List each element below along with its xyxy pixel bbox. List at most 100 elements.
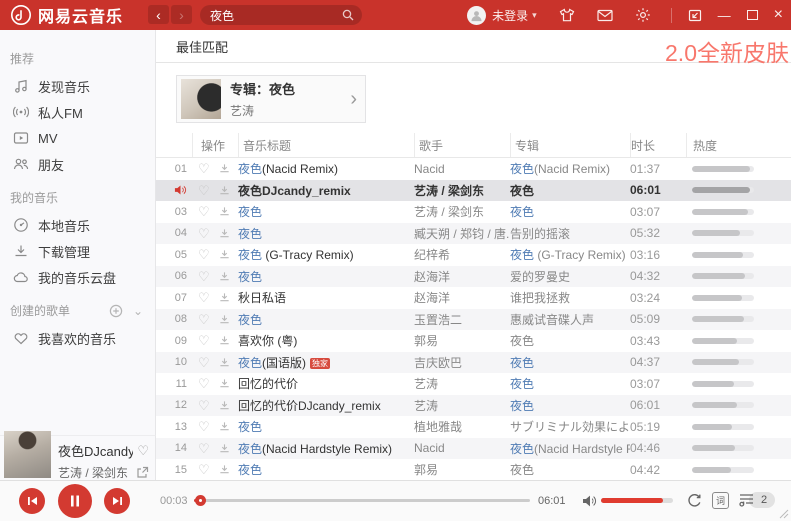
app-logo[interactable]: 网易云音乐 [10,3,123,27]
song-artist[interactable]: 艺涛 / 梁剑东 [414,182,510,199]
song-artist[interactable]: 植地雅哉 [414,418,510,435]
song-title[interactable]: 夜色 [238,418,414,435]
song-artist[interactable]: 玉置浩二 [414,311,510,328]
mini-mode-button[interactable] [688,9,702,22]
like-song-button[interactable]: ♡ [198,313,210,326]
song-album[interactable]: 夜色(Nacid Remix) [510,160,630,177]
sidebar-item-download-manager[interactable]: 下载管理 [0,238,155,264]
sidebar-item-cloud-disk[interactable]: 我的音乐云盘 [0,264,155,290]
search-input[interactable] [208,7,342,23]
song-row[interactable]: 10 ♡ 夜色(国语版)独家 吉庆欧巴 夜色 04:37 [156,352,791,374]
song-artist[interactable]: 艺涛 / 梁剑东 [414,203,510,220]
song-album[interactable]: 夜色 [510,397,630,414]
song-row[interactable]: 01 ♡ 夜色(Nacid Remix) Nacid 夜色(Nacid Remi… [156,158,791,180]
like-song-button[interactable]: ♡ [198,420,210,433]
progress-bar[interactable] [194,499,530,502]
song-row[interactable]: 11 ♡ 回忆的代价 艺涛 夜色 03:07 [156,373,791,395]
song-artist[interactable]: 艺涛 [414,375,510,392]
song-title[interactable]: 夜色 [238,268,414,285]
song-title[interactable]: 秋日私语 [238,289,414,306]
sidebar-item-local-music[interactable]: 本地音乐 [0,212,155,238]
song-title[interactable]: 夜色 [238,225,414,242]
message-button[interactable] [597,7,613,23]
song-title[interactable]: 夜色(国语版)独家 [238,354,414,371]
song-album[interactable]: 谁把我拯救 [510,289,630,306]
like-song-button[interactable]: ♡ [198,162,210,175]
song-title[interactable]: 回忆的代价DJcandy_remix [238,397,414,414]
song-album[interactable]: 夜色 [510,182,630,199]
song-album[interactable]: サブリミナル効果によ... [510,418,630,435]
download-song-button[interactable] [219,378,230,389]
sidebar-item-discover[interactable]: 发现音乐 [0,73,155,99]
best-match-album-card[interactable]: 专辑：夜色 艺涛 › [176,75,366,123]
like-song-button[interactable]: ♡ [198,227,210,240]
login-label[interactable]: 未登录 [492,7,528,24]
song-album[interactable]: 爱的罗曼史 [510,268,630,285]
minimize-button[interactable]: — [718,9,731,22]
login-caret-icon[interactable]: ▾ [532,10,537,21]
song-row[interactable]: 04 ♡ 夜色 臧天朔 / 郑钧 / 唐... 告别的摇滚 05:32 [156,223,791,245]
like-current-button[interactable]: ♡ [137,443,149,459]
like-song-button[interactable]: ♡ [198,248,210,261]
song-row[interactable]: 12 ♡ 回忆的代价DJcandy_remix 艺涛 夜色 06:01 [156,395,791,417]
settings-button[interactable] [635,7,651,23]
download-song-button[interactable] [219,292,230,303]
download-song-button[interactable] [219,185,230,196]
sidebar-item-personal-fm[interactable]: 私人FM [0,99,155,125]
like-song-button[interactable]: ♡ [198,291,210,304]
download-song-button[interactable] [219,163,230,174]
song-row[interactable]: ♡ 夜色DJcandy_remix 艺涛 / 梁剑东 夜色 06:01 [156,180,791,202]
pause-button[interactable] [58,484,92,518]
previous-button[interactable] [19,488,45,514]
next-button[interactable] [104,488,130,514]
like-song-button[interactable]: ♡ [198,334,210,347]
playlist-button[interactable]: 2 [738,492,775,508]
song-artist[interactable]: 纪梓希 [414,246,510,263]
song-title[interactable]: 夜色 [238,461,414,478]
song-title[interactable]: 夜色DJcandy_remix [238,182,414,199]
song-album[interactable]: 夜色 [510,354,630,371]
song-title[interactable]: 夜色 [238,203,414,220]
back-button[interactable]: ‹ [148,5,169,24]
song-row[interactable]: 07 ♡ 秋日私语 赵海洋 谁把我拯救 03:24 [156,287,791,309]
song-title[interactable]: 回忆的代价 [238,375,414,392]
song-artist[interactable]: 郭易 [414,332,510,349]
song-album[interactable]: 夜色(Nacid Hardstyle R... [510,440,630,457]
song-artist[interactable]: Nacid [414,162,510,176]
search-icon[interactable] [342,9,354,21]
download-song-button[interactable] [219,228,230,239]
download-song-button[interactable] [219,206,230,217]
now-playing-title[interactable]: 夜色DJcandy... [58,441,133,460]
search-box[interactable] [200,5,362,25]
song-row[interactable]: 15 ♡ 夜色 郭易 夜色 04:42 [156,459,791,480]
song-artist[interactable]: 臧天朔 / 郑钧 / 唐... [414,225,510,242]
download-song-button[interactable] [219,271,230,282]
volume-icon[interactable] [582,494,597,508]
avatar[interactable] [467,6,486,25]
like-song-button[interactable]: ♡ [198,399,210,412]
like-song-button[interactable]: ♡ [198,205,210,218]
like-song-button[interactable]: ♡ [198,270,210,283]
close-button[interactable]: × [774,7,783,23]
song-album[interactable]: 夜色 [510,332,630,349]
song-artist[interactable]: Nacid [414,441,510,455]
song-row[interactable]: 14 ♡ 夜色(Nacid Hardstyle Remix) Nacid 夜色(… [156,438,791,460]
song-album[interactable]: 夜色 (G-Tracy Remix) [510,246,630,263]
skin-button[interactable] [559,7,575,23]
song-title[interactable]: 夜色(Nacid Remix) [238,160,414,177]
song-row[interactable]: 08 ♡ 夜色 玉置浩二 惠威试音碟人声 05:09 [156,309,791,331]
song-row[interactable]: 03 ♡ 夜色 艺涛 / 梁剑东 夜色 03:07 [156,201,791,223]
sidebar-item-liked-music[interactable]: 我喜欢的音乐 [0,325,155,351]
song-album[interactable]: 夜色 [510,375,630,392]
volume-bar[interactable] [601,498,673,503]
now-playing-artist[interactable]: 艺涛 / 梁剑东 [58,464,132,481]
song-row[interactable]: 09 ♡ 喜欢你 (粤) 郭易 夜色 03:43 [156,330,791,352]
song-album[interactable]: 夜色 [510,203,630,220]
download-song-button[interactable] [219,464,230,475]
download-song-button[interactable] [219,335,230,346]
song-album[interactable]: 告别的摇滚 [510,225,630,242]
song-title[interactable]: 夜色 (G-Tracy Remix) [238,246,414,263]
chevron-right-icon[interactable]: › [350,88,357,111]
like-song-button[interactable]: ♡ [198,356,210,369]
download-song-button[interactable] [219,249,230,260]
